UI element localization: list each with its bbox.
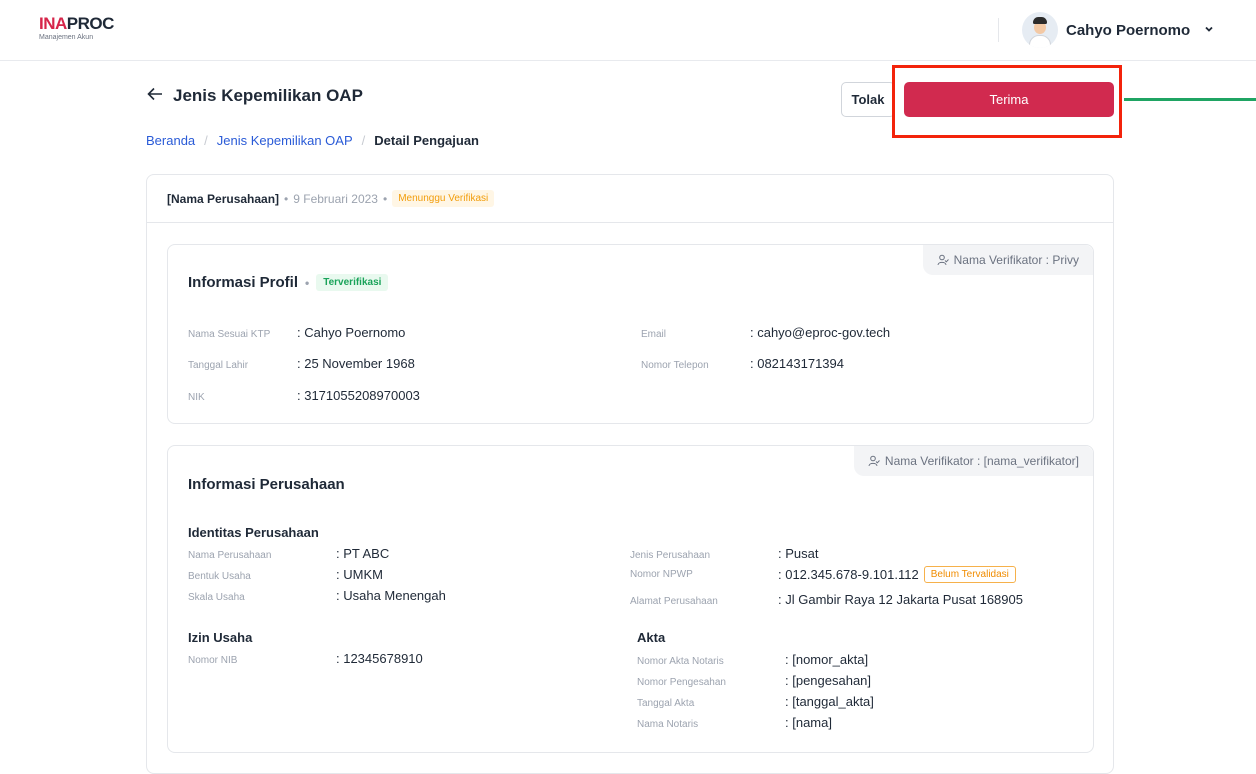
field-label: Jenis Perusahaan <box>630 550 711 561</box>
field-row: Tanggal Lahir : 25 November 1968 <box>188 356 415 371</box>
verifier-tag: Nama Verifikator : [nama_verifikator] <box>853 446 1093 476</box>
tolak-button[interactable]: Tolak <box>841 82 895 117</box>
card-title: Informasi Perusahaan <box>188 476 345 493</box>
field-row: Bentuk Usaha : UMKM <box>188 567 383 582</box>
field-row: Skala Usaha : Usaha Menengah <box>188 588 446 603</box>
field-label: Tanggal Akta <box>637 698 695 709</box>
field-value: : 3171055208970003 <box>297 388 420 403</box>
section-title: Identitas Perusahaan <box>188 525 319 540</box>
card-title: Informasi Profil <box>188 274 299 291</box>
verifier-label: Nama Verifikator : Privy <box>953 253 1079 267</box>
field-value: : Pusat <box>778 546 819 561</box>
field-row: Nomor NPWP : 012.345.678-9.101.112 Belum… <box>630 566 1016 583</box>
field-row: Alamat Perusahaan : Jl Gambir Raya 12 Ja… <box>630 592 1023 607</box>
dot-separator: • <box>382 191 388 206</box>
annotation-line <box>1124 98 1256 101</box>
profile-title-row: Informasi Profil • Terverifikasi <box>188 274 389 291</box>
field-value: : 012.345.678-9.101.112 <box>778 567 919 582</box>
field-row: Nomor Akta Notaris : [nomor_akta] <box>637 652 868 667</box>
app-logo[interactable]: INAPROC Manajemen Akun <box>39 15 114 42</box>
page-header: Jenis Kepemilikan OAP <box>147 85 363 106</box>
field-value: : [tanggal_akta] <box>785 694 874 709</box>
field-value: : PT ABC <box>336 546 390 561</box>
field-label: Bentuk Usaha <box>188 571 251 582</box>
field-label: Alamat Perusahaan <box>630 596 718 607</box>
logo-subtitle: Manajemen Akun <box>39 34 94 41</box>
field-row: Nomor NIB : 12345678910 <box>188 651 423 666</box>
chevron-down-icon[interactable] <box>1204 23 1214 37</box>
field-row: Tanggal Akta : [tanggal_akta] <box>637 694 874 709</box>
company-card: Nama Verifikator : [nama_verifikator] In… <box>167 445 1094 753</box>
submission-date: 9 Februari 2023 <box>293 191 378 206</box>
company-name: [Nama Perusahaan] <box>167 191 280 206</box>
field-label: Email <box>641 329 667 340</box>
field-value: : 12345678910 <box>336 651 423 666</box>
user-menu[interactable]: Cahyo Poernomo <box>1022 12 1214 48</box>
field-label: Nomor Telepon <box>641 360 709 371</box>
field-value: : 082143171394 <box>750 356 844 371</box>
field-value: : Jl Gambir Raya 12 Jakarta Pusat 168905 <box>778 592 1023 607</box>
section-title: Izin Usaha <box>188 630 253 645</box>
verifier-tag: Nama Verifikator : Privy <box>922 245 1093 275</box>
profile-card: Nama Verifikator : Privy Informasi Profi… <box>167 244 1094 424</box>
submission-panel: [Nama Perusahaan] • 9 Februari 2023 • Me… <box>146 174 1114 774</box>
field-row: Email : cahyo@eproc-gov.tech <box>641 325 890 340</box>
field-value: : [nomor_akta] <box>785 652 869 667</box>
breadcrumb-home[interactable]: Beranda <box>146 133 195 148</box>
field-row: Nama Sesuai KTP : Cahyo Poernomo <box>188 325 405 340</box>
field-label: Nama Perusahaan <box>188 550 272 561</box>
field-value: : 25 November 1968 <box>297 356 415 371</box>
field-row: NIK : 3171055208970003 <box>188 388 420 403</box>
field-value: : [nama] <box>785 715 832 730</box>
page-title: Jenis Kepemilikan OAP <box>173 85 363 105</box>
breadcrumb-separator: / <box>204 133 208 148</box>
breadcrumb: Beranda / Jenis Kepemilikan OAP / Detail… <box>146 133 479 148</box>
field-row: Nama Notaris : [nama] <box>637 715 832 730</box>
submission-header: [Nama Perusahaan] • 9 Februari 2023 • Me… <box>147 175 1113 223</box>
top-bar: INAPROC Manajemen Akun Cahyo Poernomo <box>0 0 1256 61</box>
verifier-label: Nama Verifikator : [nama_verifikator] <box>884 454 1079 468</box>
field-label: Nomor NIB <box>188 655 238 666</box>
verified-badge: Terverifikasi <box>316 274 389 291</box>
field-row: Nama Perusahaan : PT ABC <box>188 546 389 561</box>
highlight-box <box>892 65 1122 138</box>
field-label: Nama Notaris <box>637 719 699 730</box>
back-arrow-icon[interactable] <box>147 85 163 106</box>
validation-badge: Belum Tervalidasi <box>923 566 1016 583</box>
field-value: : Usaha Menengah <box>336 588 446 603</box>
field-value: : cahyo@eproc-gov.tech <box>750 325 891 340</box>
user-name: Cahyo Poernomo <box>1066 21 1191 39</box>
field-label: Nama Sesuai KTP <box>188 329 271 340</box>
field-label: Skala Usaha <box>188 592 245 603</box>
field-row: Nomor Pengesahan : [pengesahan] <box>637 673 871 688</box>
field-label: NIK <box>188 392 205 403</box>
avatar <box>1022 12 1058 48</box>
field-row: Jenis Perusahaan : Pusat <box>630 546 818 561</box>
divider <box>998 18 999 42</box>
section-title: Akta <box>637 630 666 645</box>
breadcrumb-current: Detail Pengajuan <box>374 133 479 148</box>
dot-separator: • <box>305 275 310 290</box>
logo-text: INAPROC <box>39 14 114 33</box>
field-label: Nomor NPWP <box>630 569 693 580</box>
status-badge: Menunggu Verifikasi <box>392 190 495 207</box>
field-value: : Cahyo Poernomo <box>297 325 406 340</box>
breadcrumb-separator: / <box>361 133 366 148</box>
field-row: Nomor Telepon : 082143171394 <box>641 356 844 371</box>
field-label: Nomor Akta Notaris <box>637 656 724 667</box>
field-value: : UMKM <box>336 567 383 582</box>
field-label: Nomor Pengesahan <box>637 677 726 688</box>
field-label: Tanggal Lahir <box>188 360 249 371</box>
field-value: : [pengesahan] <box>785 673 872 688</box>
user-check-icon <box>868 455 880 467</box>
dot-separator: • <box>284 191 289 206</box>
breadcrumb-jenis[interactable]: Jenis Kepemilikan OAP <box>217 133 353 148</box>
user-check-icon <box>937 254 949 266</box>
